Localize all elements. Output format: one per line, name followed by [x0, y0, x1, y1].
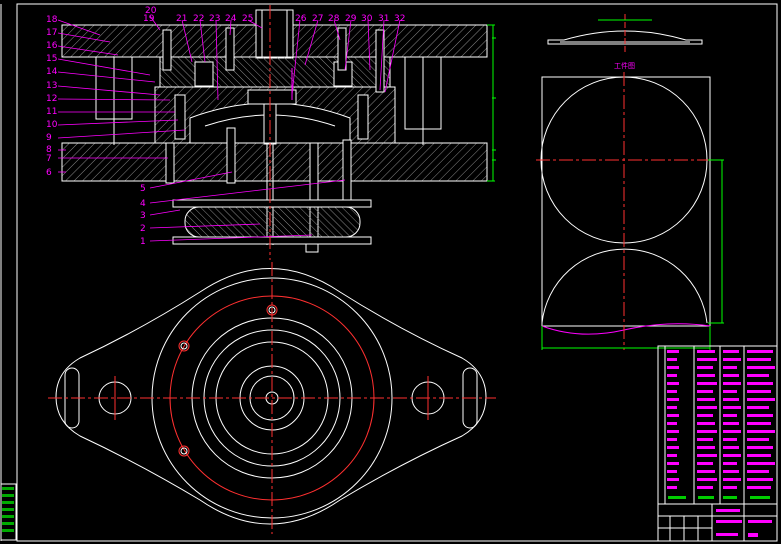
part-number: 7	[46, 154, 52, 164]
part-number: 10	[46, 120, 58, 130]
part-number: 11	[46, 107, 57, 117]
part-number: 3	[140, 211, 146, 221]
ejector-plate-top	[172, 199, 372, 208]
section-view	[61, 5, 496, 260]
lower-die-plate	[61, 142, 488, 182]
part-number: 5	[140, 184, 146, 194]
rubber-block	[184, 206, 361, 238]
part-number: 19	[143, 14, 155, 24]
part-number: 12	[46, 94, 57, 104]
part-number: 17	[46, 28, 57, 38]
part-number: 9	[46, 133, 52, 143]
part-number: 25	[242, 14, 253, 24]
title-block	[657, 503, 778, 542]
part-number: 1	[140, 237, 146, 247]
workpiece-view: 工件图	[536, 14, 724, 350]
part-number: 14	[46, 67, 58, 77]
left-margin-strip	[0, 483, 17, 541]
part-number: 32	[394, 14, 405, 24]
part-number: 29	[345, 14, 357, 24]
part-number: 6	[46, 168, 52, 178]
part-number: 22	[193, 14, 204, 24]
plan-view	[48, 262, 496, 534]
mold-assembly-drawing: 20 19 21 22 23 24 25 26 27 28 29 30 31 3…	[0, 3, 778, 542]
workpiece-view-label: 工件图	[614, 61, 635, 70]
blank-layout-frame	[541, 76, 711, 327]
part-number: 23	[209, 14, 220, 24]
parts-list	[657, 345, 778, 505]
part-number: 27	[312, 14, 323, 24]
part-number: 4	[140, 199, 146, 209]
part-number: 15	[46, 54, 57, 64]
part-number: 31	[378, 14, 389, 24]
part-number: 21	[176, 14, 187, 24]
part-number: 13	[46, 81, 57, 91]
part-number: 18	[46, 15, 58, 25]
ejector-plate-bottom	[172, 236, 372, 245]
height-dimension	[487, 24, 496, 182]
part-number: 16	[46, 41, 58, 51]
part-number: 30	[361, 14, 373, 24]
part-number: 28	[328, 14, 340, 24]
part-number: 26	[295, 14, 307, 24]
part-number: 24	[225, 14, 237, 24]
part-number: 2	[140, 224, 146, 234]
